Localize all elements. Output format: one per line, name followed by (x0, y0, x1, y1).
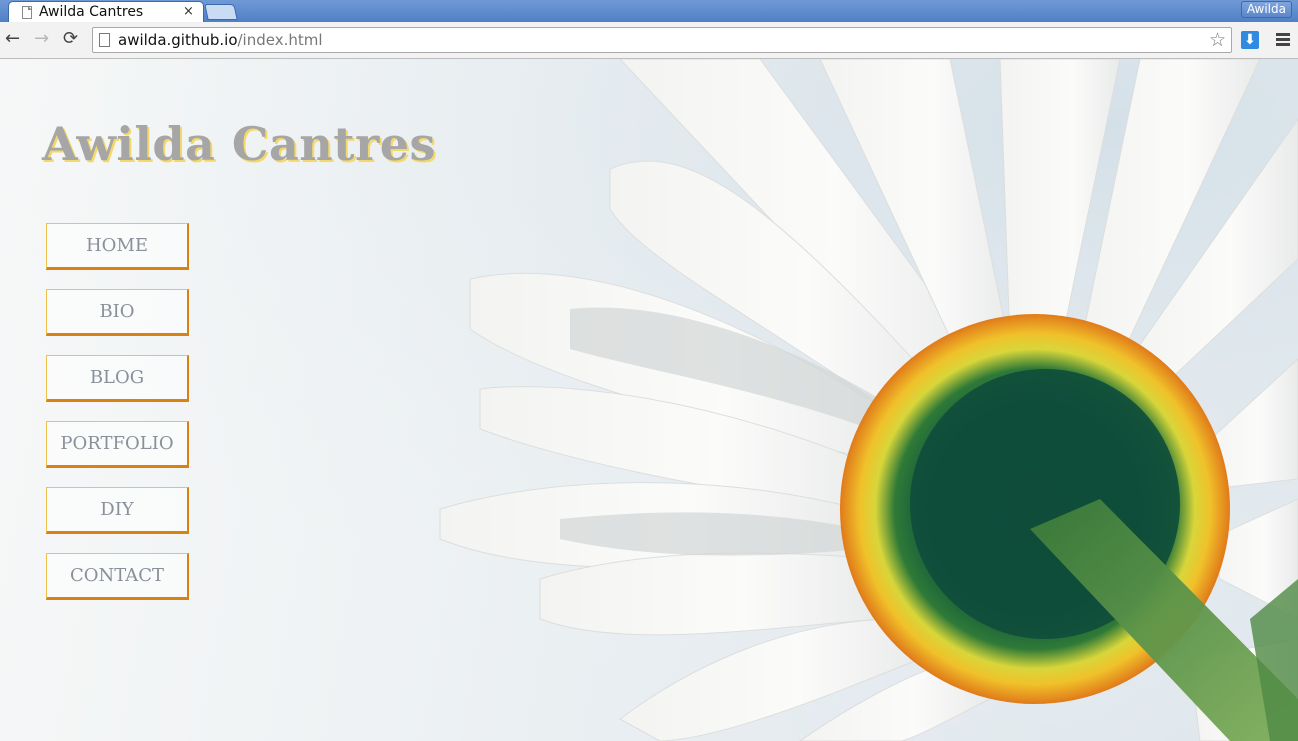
page-icon (99, 33, 110, 47)
browser-tab[interactable]: Awilda Cantres × (8, 1, 204, 23)
tab-title: Awilda Cantres (39, 4, 144, 20)
new-tab-button[interactable] (204, 4, 238, 20)
url-host: awilda.github.io (118, 31, 238, 49)
download-icon[interactable]: ⬇ (1241, 31, 1259, 49)
page-viewport: Awilda Cantres HOME BIO BLOG PORTFOLIO D… (0, 59, 1298, 741)
nav-home-button[interactable]: HOME (46, 223, 189, 270)
bookmark-star-icon[interactable]: ☆ (1209, 29, 1226, 51)
browser-toolbar: ← → ⟳ awilda.github.io/index.html ☆ ⬇ (0, 22, 1298, 59)
profile-badge[interactable]: Awilda (1240, 1, 1292, 18)
nav-bio-button[interactable]: BIO (46, 289, 189, 336)
url-path: /index.html (237, 31, 323, 49)
main-navigation: HOME BIO BLOG PORTFOLIO DIY CONTACT (46, 223, 190, 619)
nav-diy-button[interactable]: DIY (46, 487, 189, 534)
nav-blog-button[interactable]: BLOG (46, 355, 189, 402)
page-icon (22, 6, 32, 19)
nav-portfolio-button[interactable]: PORTFOLIO (46, 421, 189, 468)
address-bar[interactable]: awilda.github.io/index.html ☆ (92, 27, 1232, 53)
nav-contact-button[interactable]: CONTACT (46, 553, 189, 600)
close-tab-icon[interactable]: × (183, 4, 194, 19)
forward-arrow-icon[interactable]: → (34, 28, 49, 50)
browser-titlebar: Awilda Cantres × Awilda (0, 0, 1298, 23)
reload-icon[interactable]: ⟳ (63, 28, 78, 50)
back-arrow-icon[interactable]: ← (5, 28, 20, 50)
site-title: Awilda Cantres (42, 117, 436, 171)
url-text[interactable]: awilda.github.io/index.html (118, 31, 323, 49)
menu-icon[interactable] (1276, 33, 1290, 48)
